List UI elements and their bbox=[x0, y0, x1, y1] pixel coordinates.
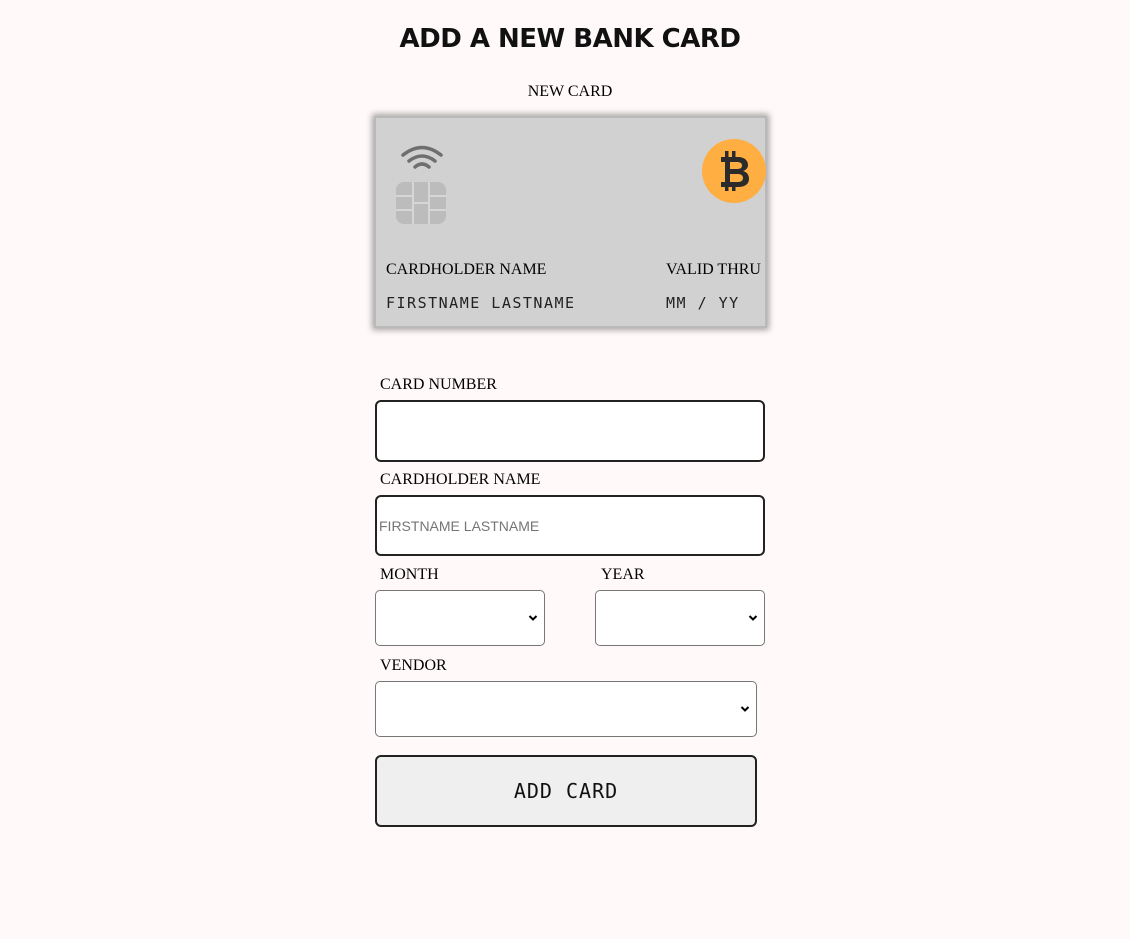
chevron-down-icon bbox=[740, 706, 750, 712]
vendor-select[interactable] bbox=[375, 681, 757, 737]
card-number-label: CARD NUMBER bbox=[380, 376, 497, 393]
new-card-caption: NEW CARD bbox=[527, 83, 613, 100]
card-valid-value: MM / YY bbox=[666, 294, 740, 312]
month-label: MONTH bbox=[380, 566, 439, 583]
card-number-input[interactable] bbox=[375, 400, 765, 462]
year-select[interactable] bbox=[595, 590, 765, 646]
page-title: ADD A NEW BANK CARD bbox=[399, 24, 741, 54]
card-holder-label: CARDHOLDER NAME bbox=[386, 261, 547, 278]
cardholder-name-input[interactable] bbox=[375, 495, 765, 556]
year-label: YEAR bbox=[601, 566, 645, 583]
cardholder-name-label: CARDHOLDER NAME bbox=[380, 471, 541, 488]
card-holder-value: FIRSTNAME LASTNAME bbox=[386, 294, 576, 312]
add-card-button[interactable]: ADD CARD bbox=[375, 755, 757, 827]
month-select[interactable] bbox=[375, 590, 545, 646]
card-preview: CARDHOLDER NAME VALID THRU FIRSTNAME LAS… bbox=[374, 116, 767, 328]
chevron-down-icon bbox=[748, 615, 758, 621]
card-valid-label: VALID THRU bbox=[666, 261, 761, 278]
chevron-down-icon bbox=[528, 615, 538, 621]
vendor-label: VENDOR bbox=[380, 657, 447, 674]
